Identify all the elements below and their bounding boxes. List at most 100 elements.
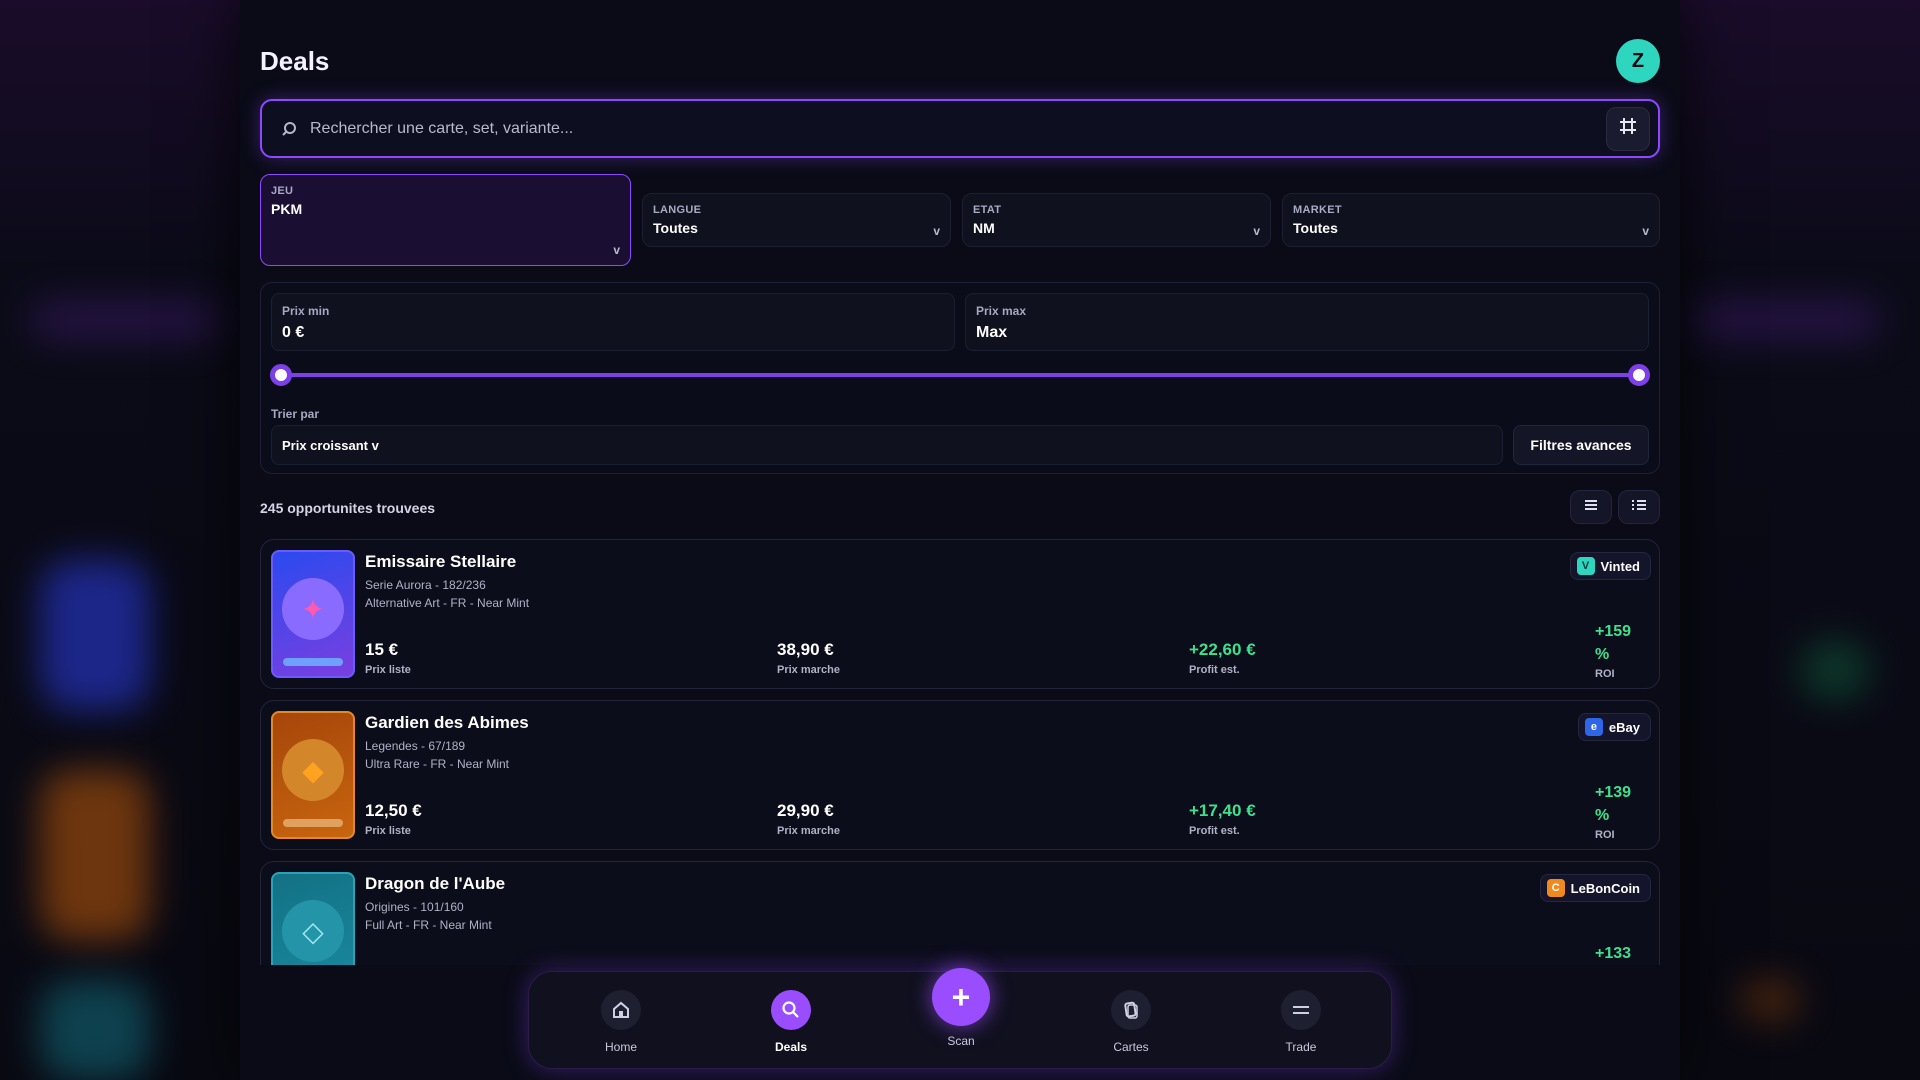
chevron-down-icon: v <box>1642 224 1649 238</box>
ebay-icon: e <box>1584 718 1603 736</box>
nav-home[interactable]: Home <box>576 990 666 1054</box>
deal-card[interactable]: ◇ Dragon de l'Aube Origines - 101/160 Fu… <box>260 861 1660 965</box>
card-thumbnail-bar <box>283 819 343 827</box>
list-price-value: 15 € <box>365 640 399 659</box>
deal-variant: Ultra Rare - FR - Near Mint <box>365 757 510 771</box>
advanced-filters-button[interactable]: Filtres avances <box>1513 425 1649 465</box>
market-name: eBay <box>1608 719 1640 735</box>
filter-condition[interactable]: ETAT NM v <box>962 193 1271 247</box>
profit-value: +22,60 € <box>1189 640 1256 659</box>
star-icon: ✦ <box>282 578 344 640</box>
header: Deals Z <box>260 36 1660 86</box>
filter-game[interactable]: JEU PKM v <box>260 174 631 266</box>
market-badge[interactable]: V Vinted <box>1569 552 1651 580</box>
filter-row: JEU PKM v LANGUE Toutes v ETAT NM v MARK… <box>260 174 1660 266</box>
backdrop-orange-right <box>1740 980 1800 1020</box>
price-max-value: Max <box>976 324 1008 341</box>
list-price: 15 € Prix liste <box>365 640 411 676</box>
filter-label: JEU <box>271 185 294 197</box>
backdrop-purple-bar <box>30 300 220 340</box>
roi-percent: % <box>1595 646 1610 663</box>
roi: +159 % ROI <box>1595 620 1639 680</box>
nav-scan[interactable]: + Scan <box>916 968 1006 1048</box>
deals-list: ✦ Emissaire Stellaire Serie Aurora - 182… <box>260 539 1660 965</box>
hash-scan-icon <box>1618 116 1638 142</box>
backdrop-card-orange <box>40 770 150 940</box>
market-name: Vinted <box>1600 558 1641 574</box>
market-price-value: 29,90 € <box>777 801 834 820</box>
nav-label: Trade <box>1285 1040 1317 1054</box>
market-badge[interactable]: e eBay <box>1577 713 1651 741</box>
list-icon <box>1583 498 1599 517</box>
card-thumbnail: ◆ <box>271 711 355 839</box>
deal-name: Dragon de l'Aube <box>365 874 506 893</box>
list-view-button[interactable] <box>1570 490 1612 524</box>
price-filter-panel: Prix min 0 € Prix max Max Trier par Prix… <box>260 282 1660 474</box>
diamond-icon: ◆ <box>282 739 344 801</box>
profit-estimate: +17,40 € Profit est. <box>1189 801 1256 837</box>
deal-variant: Alternative Art - FR - Near Mint <box>365 596 530 610</box>
trade-icon <box>1281 990 1321 1030</box>
price-min-value: 0 € <box>282 324 305 341</box>
search-input[interactable] <box>310 119 1606 138</box>
market-price-value: 38,90 € <box>777 640 834 659</box>
card-thumbnail-bar <box>283 658 343 666</box>
list-price: 12,50 € Prix liste <box>365 801 422 837</box>
filter-label: MARKET <box>1293 204 1342 216</box>
filter-label: LANGUE <box>653 204 702 216</box>
deal-set: Legendes - 67/189 <box>365 739 466 753</box>
nav-label: Home <box>604 1040 637 1054</box>
market-price-label: Prix marche <box>777 825 840 837</box>
roi-value: +133 <box>1595 945 1632 962</box>
profit-value: +17,40 € <box>1189 801 1256 820</box>
avatar[interactable]: Z <box>1616 39 1660 83</box>
compact-list-icon <box>1631 498 1647 517</box>
price-min-field[interactable]: Prix min 0 € <box>271 293 955 351</box>
roi-percent: % <box>1595 807 1610 824</box>
results-count: 245 opportunites trouvees <box>260 500 436 516</box>
backdrop-card-blue <box>40 560 150 710</box>
backdrop-purple-bar-right <box>1690 300 1880 340</box>
sort-label: Trier par <box>271 407 320 421</box>
compact-view-button[interactable] <box>1618 490 1660 524</box>
profit-estimate: +22,60 € Profit est. <box>1189 640 1256 676</box>
profit-label: Profit est. <box>1189 664 1240 676</box>
price-range-max-handle[interactable] <box>1628 364 1650 386</box>
list-price-value: 12,50 € <box>365 801 422 820</box>
barcode-scan-button[interactable] <box>1606 106 1650 151</box>
filter-market[interactable]: MARKET Toutes v <box>1282 193 1660 247</box>
search-bar[interactable] <box>260 99 1660 158</box>
deal-name: Gardien des Abimes <box>365 713 529 732</box>
filter-value: Toutes <box>1293 220 1338 236</box>
deal-set: Origines - 101/160 <box>365 900 464 914</box>
backdrop-card-teal <box>40 980 150 1080</box>
nav-cards[interactable]: Cartes <box>1086 990 1176 1054</box>
filter-label: ETAT <box>973 204 1002 216</box>
card-thumbnail: ◇ <box>271 872 355 965</box>
results-header: 245 opportunites trouvees <box>260 490 1660 526</box>
bottom-navigation: Home Deals + Scan Cartes Trade <box>528 968 1392 1069</box>
chevron-down-icon: v <box>613 243 620 257</box>
deals-screen: Deals Z JEU PKM v LANGUE Toutes v ETAT N… <box>240 0 1680 1080</box>
sort-select[interactable]: Prix croissant v <box>271 425 1503 465</box>
backdrop-right <box>1680 0 1920 1080</box>
nav-label: Scan <box>947 1034 975 1048</box>
filter-language[interactable]: LANGUE Toutes v <box>642 193 951 247</box>
roi-value: +159 <box>1595 623 1632 640</box>
price-range-min-handle[interactable] <box>270 364 292 386</box>
search-icon <box>280 120 298 138</box>
deal-card[interactable]: ◆ Gardien des Abimes Legendes - 67/189 U… <box>260 700 1660 850</box>
price-range-track[interactable] <box>281 373 1639 377</box>
roi: +133 <box>1595 942 1639 965</box>
filter-value: PKM <box>271 201 303 217</box>
plus-icon: + <box>932 968 990 1026</box>
market-badge[interactable]: C LeBonCoin <box>1539 874 1651 902</box>
nav-trade[interactable]: Trade <box>1256 990 1346 1054</box>
chevron-down-icon: v <box>933 224 940 238</box>
nav-deals[interactable]: Deals <box>746 990 836 1054</box>
cards-icon <box>1111 990 1151 1030</box>
market-price-label: Prix marche <box>777 664 840 676</box>
market-name: LeBonCoin <box>1570 880 1640 896</box>
price-max-field[interactable]: Prix max Max <box>965 293 1649 351</box>
deal-card[interactable]: ✦ Emissaire Stellaire Serie Aurora - 182… <box>260 539 1660 689</box>
